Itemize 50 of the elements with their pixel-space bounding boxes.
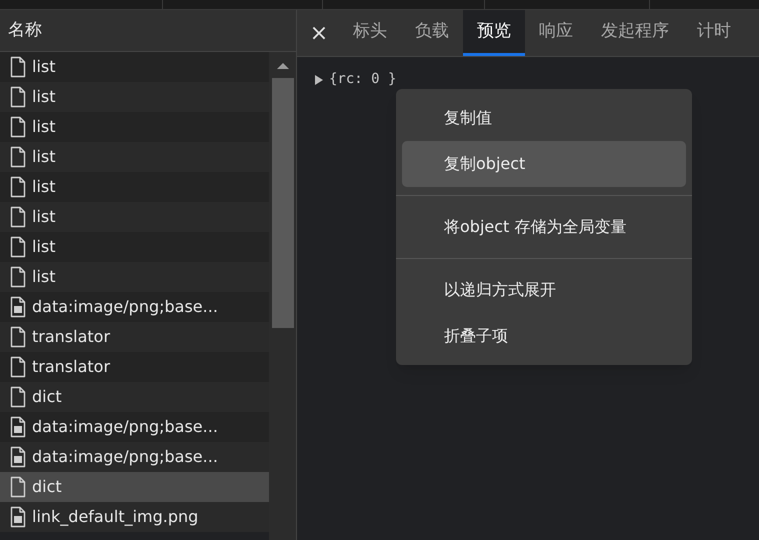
tab[interactable]: 标头 bbox=[339, 10, 401, 56]
request-row[interactable]: list bbox=[0, 262, 269, 292]
request-row[interactable]: data:image/png;base... bbox=[0, 412, 269, 442]
file-icon bbox=[10, 146, 26, 168]
file-icon bbox=[10, 386, 26, 408]
image-file-icon bbox=[10, 296, 26, 318]
file-icon bbox=[10, 356, 26, 378]
request-row[interactable]: list bbox=[0, 52, 269, 82]
file-icon bbox=[10, 326, 26, 348]
menu-item[interactable]: 以递归方式展开 bbox=[402, 267, 686, 313]
file-icon bbox=[10, 176, 26, 198]
image-file-icon bbox=[10, 446, 26, 468]
scrollbar[interactable] bbox=[269, 52, 296, 540]
request-row[interactable]: translator bbox=[0, 352, 269, 382]
tab[interactable]: 响应 bbox=[525, 10, 587, 56]
request-row[interactable]: list bbox=[0, 202, 269, 232]
tab[interactable]: 发起程序 bbox=[587, 10, 683, 56]
request-row[interactable]: link_default_img.png bbox=[0, 502, 269, 532]
request-row[interactable]: translator bbox=[0, 322, 269, 352]
tab[interactable]: 负载 bbox=[401, 10, 463, 56]
request-row[interactable]: data:image/png;base... bbox=[0, 442, 269, 472]
request-row[interactable]: dict bbox=[0, 382, 269, 412]
image-file-icon bbox=[10, 416, 26, 438]
preview-object[interactable]: {rc: 0 } bbox=[329, 69, 396, 90]
request-row[interactable]: list bbox=[0, 232, 269, 262]
menu-item[interactable]: 复制object bbox=[402, 141, 686, 187]
request-row[interactable]: list bbox=[0, 172, 269, 202]
column-header[interactable]: 名称 bbox=[8, 18, 42, 44]
scroll-thumb[interactable] bbox=[272, 78, 294, 328]
image-file-icon bbox=[10, 506, 26, 528]
file-icon bbox=[10, 236, 26, 258]
request-row[interactable]: list bbox=[0, 112, 269, 142]
tab[interactable]: 计时 bbox=[683, 10, 745, 56]
menu-item[interactable]: 折叠子项 bbox=[402, 313, 686, 359]
file-icon bbox=[10, 476, 26, 498]
file-icon bbox=[10, 266, 26, 288]
request-row[interactable]: list bbox=[0, 142, 269, 172]
file-icon bbox=[10, 86, 26, 108]
menu-item[interactable]: 将object 存储为全局变量 bbox=[402, 204, 686, 250]
file-icon bbox=[10, 116, 26, 138]
menu-item[interactable]: 复制值 bbox=[402, 95, 686, 141]
file-icon bbox=[10, 206, 26, 228]
request-row[interactable]: data:image/png;base... bbox=[0, 292, 269, 322]
scroll-up-icon[interactable] bbox=[276, 62, 288, 70]
request-row[interactable]: list bbox=[0, 82, 269, 112]
expand-arrow-icon[interactable] bbox=[314, 74, 323, 84]
close-button[interactable]: × bbox=[309, 10, 329, 56]
request-row[interactable]: dict bbox=[0, 472, 269, 502]
file-icon bbox=[10, 56, 26, 78]
tab[interactable]: 预览 bbox=[463, 10, 525, 56]
